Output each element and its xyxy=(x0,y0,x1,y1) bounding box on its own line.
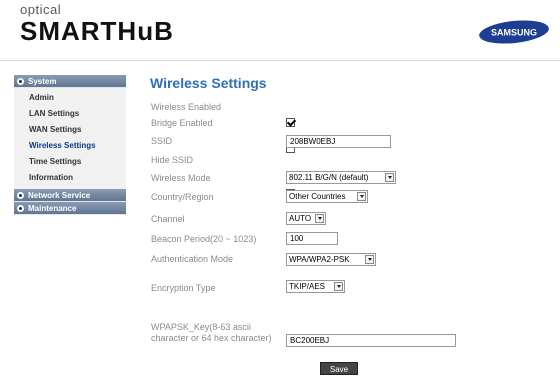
authentication-mode-value: WPA/WPA2-PSK xyxy=(289,255,350,264)
bullet-icon xyxy=(17,191,24,199)
beacon-period-input[interactable]: 100 xyxy=(286,232,338,245)
sidebar: System Admin LAN Settings WAN Settings W… xyxy=(14,75,126,215)
brand-small-text: optical xyxy=(20,2,62,17)
wireless-enabled-checkbox[interactable] xyxy=(286,118,295,127)
country-region-value: Other Countries xyxy=(289,192,346,201)
chevron-down-icon xyxy=(385,173,394,182)
channel-label: Channel xyxy=(151,214,185,224)
hide-ssid-label: Hide SSID xyxy=(151,155,194,165)
header: optical SMARTHuB SAMSUNG xyxy=(0,0,560,60)
sidebar-section-system[interactable]: System xyxy=(14,75,126,88)
sidebar-section-label: Maintenance xyxy=(28,203,77,213)
ssid-label: SSID xyxy=(151,136,173,146)
sidebar-section-label: System xyxy=(28,76,57,86)
samsung-logo: SAMSUNG xyxy=(479,20,549,44)
brand-logo-text: SMARTHuB xyxy=(20,16,174,46)
sidebar-item-time-settings[interactable]: Time Settings xyxy=(14,154,126,170)
chevron-down-icon xyxy=(315,214,324,223)
authentication-mode-select[interactable]: WPA/WPA2-PSK xyxy=(286,253,376,266)
sidebar-item-wan-settings[interactable]: WAN Settings xyxy=(14,122,126,138)
page-title: Wireless Settings xyxy=(150,75,267,91)
wpapsk-key-input[interactable]: BC200EBJ xyxy=(286,334,456,347)
chevron-down-icon xyxy=(365,255,374,264)
sidebar-section-network-service[interactable]: Network Service xyxy=(14,189,126,202)
main-content: Wireless Settings Wireless Enabled Bridg… xyxy=(150,75,550,375)
bullet-icon xyxy=(17,204,24,212)
wireless-enabled-label: Wireless Enabled xyxy=(151,102,222,112)
country-region-select[interactable]: Other Countries xyxy=(286,190,368,203)
wireless-mode-select[interactable]: 802.11 B/G/N (default) xyxy=(286,171,396,184)
bridge-enabled-label: Bridge Enabled xyxy=(151,118,213,128)
channel-select[interactable]: AUTO xyxy=(286,212,326,225)
authentication-mode-label: Authentication Mode xyxy=(151,254,234,264)
wireless-mode-value: 802.11 B/G/N (default) xyxy=(289,173,369,182)
sidebar-system-items: Admin LAN Settings WAN Settings Wireless… xyxy=(14,88,126,189)
save-button[interactable]: Save xyxy=(320,362,358,375)
sidebar-item-wireless-settings[interactable]: Wireless Settings xyxy=(14,138,126,154)
header-divider xyxy=(0,60,560,61)
country-region-label: Country/Region xyxy=(151,192,214,202)
encryption-type-select[interactable]: TKIP/AES xyxy=(286,280,345,293)
svg-text:SAMSUNG: SAMSUNG xyxy=(491,28,537,38)
encryption-type-label: Encryption Type xyxy=(151,283,216,293)
sidebar-item-information[interactable]: Information xyxy=(14,170,126,186)
chevron-down-icon xyxy=(334,282,343,291)
sidebar-item-lan-settings[interactable]: LAN Settings xyxy=(14,106,126,122)
encryption-type-value: TKIP/AES xyxy=(289,282,326,291)
sidebar-section-label: Network Service xyxy=(28,190,91,200)
chevron-down-icon xyxy=(357,192,366,201)
ssid-input[interactable]: 208BW0EBJ xyxy=(286,135,391,148)
sidebar-section-maintenance[interactable]: Maintenance xyxy=(14,202,126,215)
beacon-period-label: Beacon Period(20 ~ 1023) xyxy=(151,234,257,244)
wireless-mode-label: Wireless Mode xyxy=(151,173,211,183)
channel-value: AUTO xyxy=(289,214,312,223)
wpapsk-key-label: WPAPSK_Key(8-63 ascii character or 64 he… xyxy=(151,322,272,343)
bullet-icon xyxy=(17,77,24,85)
sidebar-item-admin[interactable]: Admin xyxy=(14,90,126,106)
